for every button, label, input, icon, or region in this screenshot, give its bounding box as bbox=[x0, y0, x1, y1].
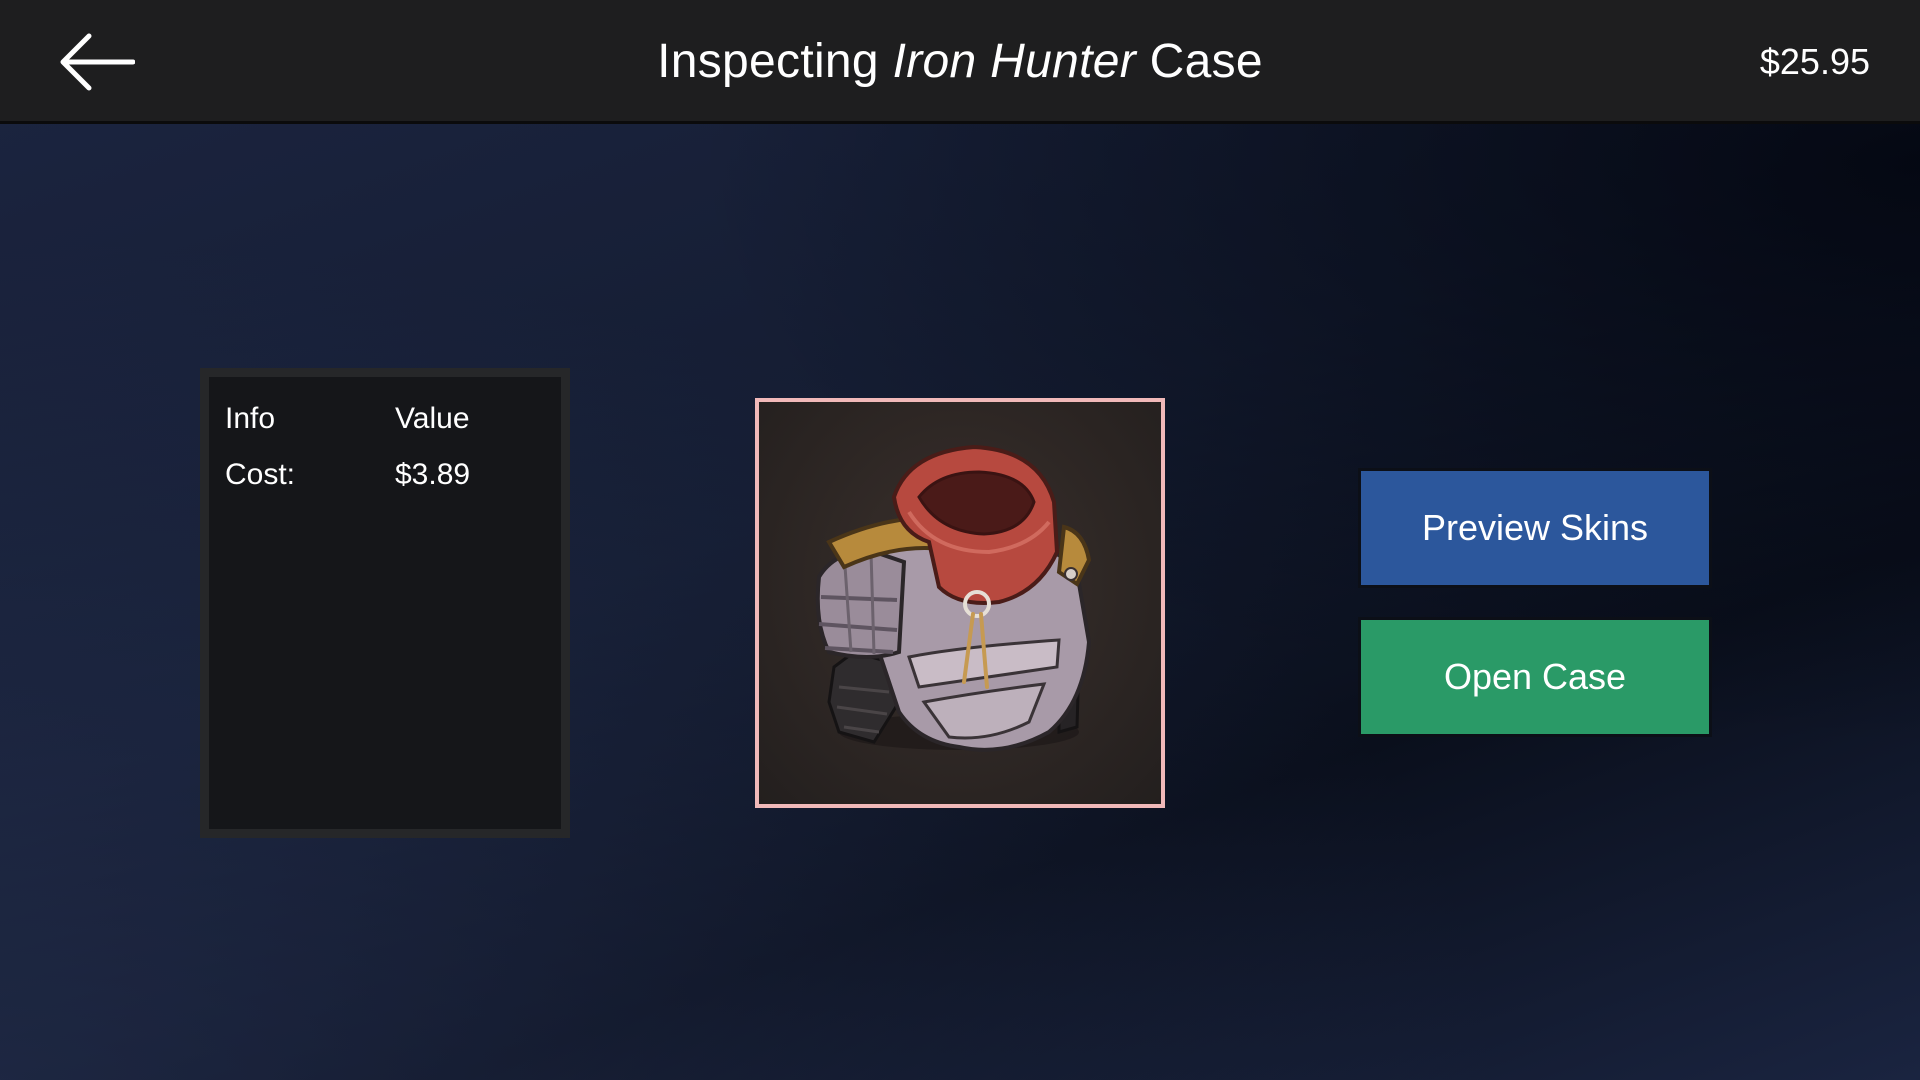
top-bar: Inspecting Iron Hunter Case $25.95 bbox=[0, 0, 1920, 124]
title-prefix: Inspecting bbox=[657, 35, 879, 88]
case-preview-frame bbox=[755, 398, 1165, 808]
armor-chestplate-icon bbox=[815, 444, 1092, 752]
info-panel: Info Value Cost: $3.89 bbox=[200, 368, 570, 838]
cost-label: Cost: bbox=[225, 458, 296, 491]
info-column-header: Info bbox=[225, 402, 276, 435]
preview-skins-button[interactable]: Preview Skins bbox=[1358, 468, 1712, 588]
cost-value: $3.89 bbox=[395, 458, 471, 491]
title-case-name: Iron Hunter bbox=[892, 35, 1136, 88]
page-title: Inspecting Iron Hunter Case bbox=[0, 30, 1920, 94]
value-column-header: Value bbox=[395, 402, 470, 435]
balance-display: $25.95 bbox=[1759, 41, 1870, 82]
title-suffix: Case bbox=[1149, 35, 1263, 88]
open-case-button[interactable]: Open Case bbox=[1358, 617, 1712, 737]
